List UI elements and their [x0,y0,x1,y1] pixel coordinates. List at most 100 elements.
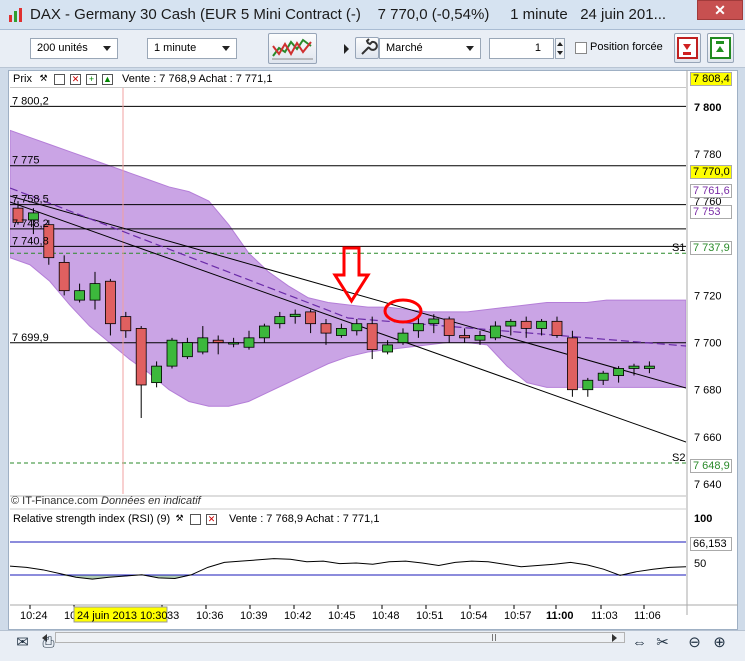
candle-body [428,318,440,325]
email-icon[interactable]: ✉ [14,634,31,651]
price-axis-label: 7 780 [694,149,722,161]
time-axis-label: 10:51 [416,610,444,622]
chevron-down-icon [222,46,230,51]
wrench-icon [361,38,378,55]
candle-body [151,365,163,384]
close-button[interactable]: ✕ [697,0,743,20]
expand-icon[interactable]: ▲ [102,74,113,85]
timeframe-select-value: 1 minute [154,42,197,54]
sell-button[interactable] [674,33,701,63]
chart-legend: Prix ⚒ ✕ + ▲ Vente : 7 768,9 Achat : 7 7… [10,72,686,88]
time-axis-label: 10:39 [240,610,268,622]
stepper-down-icon [557,51,563,55]
remove-icon[interactable]: ✕ [206,514,217,525]
price-axis-label: 7 800 [694,102,722,114]
candle-body [366,323,378,351]
series-label: Prix [13,73,32,85]
candle-body [644,365,655,369]
force-position-label: Position forcée [590,41,663,53]
watermark: © IT-Finance.com Données en indicatif [11,495,201,507]
candle [567,330,578,397]
candle-body [305,311,317,325]
time-axis-label: 10:57 [504,610,532,622]
level-label: 7 699,9 [12,332,49,344]
units-select[interactable]: 200 unités [30,38,118,59]
candle-body [274,316,286,325]
price-axis-label: 7 680 [694,385,722,397]
candle-body [567,337,578,391]
rsi-bid-ask-label: Vente : 7 768,9 Achat : 7 771,1 [229,513,380,525]
price-tag-band-mid: 7 753 [690,205,732,219]
candle-body [474,335,486,341]
candle-body [320,323,332,334]
fit-icon[interactable]: ⇔ [631,634,648,651]
timeframe-select[interactable]: 1 minute [147,38,237,59]
candle-body [613,368,624,376]
support-label: S2 [672,452,685,464]
candle-body [520,320,532,329]
price-chart[interactable]: 7 800,2 7 775 7 758,5 7 748,2 7 740,8 7 699,9… [8,70,738,630]
order-type-select[interactable]: Marché [379,38,481,59]
window-icon[interactable] [190,514,201,525]
price-tag-band-upper: 7 761,6 [690,184,732,198]
price-axis-label: 7 640 [694,479,722,491]
candle-body [166,339,178,367]
support-label: S1 [672,242,685,254]
panel-toggle-icon[interactable] [344,44,349,54]
time-axis-label: 10:48 [372,610,400,622]
candle-body [412,323,424,332]
level-label: 7 800,2 [12,95,49,107]
scroll-right-icon[interactable] [612,634,617,642]
watermark-note: Données en indicatif [101,495,201,507]
price-axis-label: 7 720 [694,290,722,302]
candle-body [74,290,85,301]
candle-body [243,337,255,348]
time-axis-label: 10:24 [20,610,48,622]
candle-body [135,327,147,386]
candle-body [258,325,270,339]
scroll-thumb[interactable] [492,634,496,641]
time-axis-label: 33 [167,610,179,622]
time-axis-label: 11:00 [546,610,574,622]
remove-icon[interactable]: ✕ [70,74,81,85]
candle-body [628,365,640,369]
candle-body [181,342,193,358]
candle-body [351,323,363,332]
candle-body [89,283,101,301]
print-icon[interactable]: ⎙ [40,634,57,651]
time-axis-label: 10:45 [328,610,356,622]
candle-body [105,280,116,325]
candle-body [228,342,240,345]
zoom-out-icon[interactable]: ⊖ [686,634,703,651]
candle-body [197,337,209,353]
force-position-checkbox[interactable] [575,42,587,54]
wrench-icon[interactable]: ⚒ [38,74,49,85]
settings-button[interactable] [355,37,379,59]
add-icon[interactable]: + [86,74,97,85]
chevron-down-icon [103,46,111,51]
price-axis-label: 7 660 [694,432,722,444]
buy-button[interactable] [707,33,734,63]
sell-icon [677,37,698,59]
level-label: 7 775 [12,155,40,167]
indicators-icon [272,38,313,60]
time-axis-label: 10:42 [284,610,312,622]
window-icon[interactable] [54,74,65,85]
zoom-in-icon[interactable]: ⊕ [711,634,728,651]
quantity-stepper[interactable] [555,38,565,59]
price-tag-s2: 7 648,9 [690,459,732,473]
price-axis-label: 7 700 [694,338,722,350]
indicators-button[interactable] [268,33,317,64]
candle-body [58,261,70,292]
time-axis-label: 11:03 [591,610,618,622]
scissors-icon[interactable]: ✂ [654,634,671,651]
quantity-input[interactable]: 1 [489,38,554,59]
buy-icon [710,37,731,59]
window-title: DAX - Germany 30 Cash (EUR 5 Mini Contra… [30,6,667,23]
rsi-axis-label: 100 [694,513,712,525]
price-tag-current: 7 770,0 [690,165,732,179]
horizontal-scrollbar[interactable] [55,632,625,643]
wrench-icon[interactable]: ⚒ [174,514,185,525]
candle-body [551,320,563,336]
candle [135,326,147,418]
